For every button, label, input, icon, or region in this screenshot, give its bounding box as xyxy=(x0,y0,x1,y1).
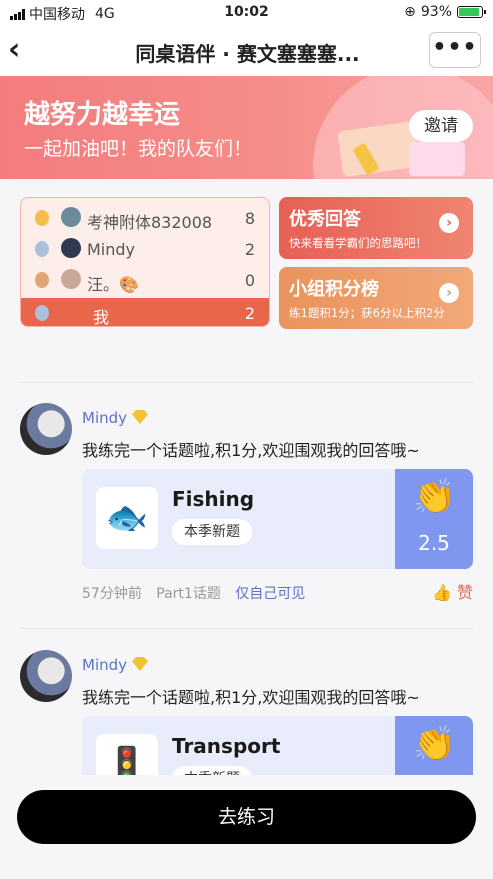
ranking-name: 考神附体832008 xyxy=(87,213,213,232)
ranking-row: 汪。🎨 0 xyxy=(21,265,269,295)
ranking-name: Mindy xyxy=(87,240,136,259)
invite-button[interactable]: 邀请 xyxy=(409,110,473,142)
post-meta: 57分钟前 Part1话题 仅自己可见 xyxy=(82,583,315,603)
battery-icon xyxy=(457,6,486,18)
go-practice-button[interactable]: 去练习 xyxy=(17,790,476,844)
avatar xyxy=(61,269,81,289)
ranking-row-me: 我 2 xyxy=(21,298,269,327)
ranking-row: Mindy 2 xyxy=(21,234,269,264)
banner-book-illustration xyxy=(409,142,465,176)
post-visibility: 仅自己可见 xyxy=(235,586,306,602)
topic-tag: 本季新题 xyxy=(172,519,252,545)
medal-icon xyxy=(35,305,49,321)
chevron-right-icon: › xyxy=(439,213,459,233)
excellent-answers-card[interactable]: 优秀回答 快来看看学霸们的思路吧！ › xyxy=(279,197,473,259)
post-time: 57分钟前 xyxy=(82,586,142,602)
post-topic: Part1话题 xyxy=(156,586,221,602)
battery-percent: 93% xyxy=(420,4,452,20)
card-subtitle: 快来看看学霸们的思路吧！ xyxy=(289,236,427,250)
ranking-score: 0 xyxy=(244,271,255,290)
card-subtitle: 练1题积1分；获6分以上积2分 xyxy=(289,306,445,320)
ranking-row: 考神附体832008 8 xyxy=(21,203,269,233)
vip-diamond-icon xyxy=(132,410,148,424)
banner-headline: 越努力越幸运 xyxy=(24,100,181,130)
divider xyxy=(20,628,473,629)
like-button[interactable]: 👍 赞 xyxy=(432,579,473,603)
feed-post: Mindy 我练完一个话题啦,积1分,欢迎围观我的回答哦~ 🐟 Fishing … xyxy=(0,403,493,613)
thumbs-up-icon: 👍 xyxy=(431,583,452,602)
ranking-score: 2 xyxy=(244,240,255,259)
group-leaderboard-card[interactable]: 小组积分榜 练1题积1分；获6分以上积2分 › xyxy=(279,267,473,329)
avatar xyxy=(61,238,81,258)
post-username[interactable]: Mindy xyxy=(82,409,127,427)
gold-medal-icon xyxy=(35,210,49,226)
avatar[interactable] xyxy=(20,403,72,455)
nav-bar: ‹ 同桌语伴 · 赛文塞塞塞... ••• xyxy=(0,26,493,76)
bronze-medal-icon xyxy=(35,272,49,288)
divider xyxy=(20,382,473,383)
post-username[interactable]: Mindy xyxy=(82,656,127,674)
banner: 越努力越幸运 一起加油吧！我的队友们！ 邀请 xyxy=(0,76,493,179)
vip-diamond-icon xyxy=(132,657,148,671)
topic-title: Fishing xyxy=(172,487,255,511)
avatar xyxy=(61,207,81,227)
fish-icon: 🐟 xyxy=(96,487,158,549)
group-ranking-card[interactable]: 考神附体832008 8 Mindy 2 汪。🎨 0 我 2 xyxy=(20,197,270,327)
ranking-score: 8 xyxy=(244,209,255,228)
card-title: 小组积分榜 xyxy=(289,279,379,300)
score-box: 👏 2.5 xyxy=(395,469,473,569)
feed-post: Mindy 我练完一个话题啦,积1分,欢迎围观我的回答哦~ 🚦 Transpor… xyxy=(0,650,493,816)
avatar[interactable] xyxy=(20,650,72,702)
post-text: 我练完一个话题啦,积1分,欢迎围观我的回答哦~ xyxy=(82,688,420,707)
silver-medal-icon xyxy=(35,241,49,257)
clap-icon: 👏 xyxy=(413,724,456,764)
status-bar: 中国移动 4G 10:02 ⊕ 93% xyxy=(0,0,493,26)
topic-title: Transport xyxy=(172,734,281,758)
answer-score: 2.5 xyxy=(418,531,450,555)
answer-card[interactable]: 🐟 Fishing 本季新题 👏 2.5 xyxy=(82,469,473,569)
card-title: 优秀回答 xyxy=(289,209,361,230)
ranking-score: 2 xyxy=(244,304,255,323)
chevron-left-icon[interactable]: ‹ xyxy=(8,34,42,68)
clap-icon: 👏 xyxy=(413,477,456,517)
orientation-lock-icon: ⊕ xyxy=(404,4,416,20)
more-dots-icon[interactable]: ••• xyxy=(429,32,481,68)
page-title: 同桌语伴 · 赛文塞塞塞... xyxy=(135,42,360,66)
ranking-name: 汪。🎨 xyxy=(87,275,139,294)
post-text: 我练完一个话题啦,积1分,欢迎围观我的回答哦~ xyxy=(82,441,420,460)
chevron-right-icon: › xyxy=(439,283,459,303)
ranking-name: 我 xyxy=(93,308,110,327)
banner-subline: 一起加油吧！我的队友们！ xyxy=(24,138,253,160)
